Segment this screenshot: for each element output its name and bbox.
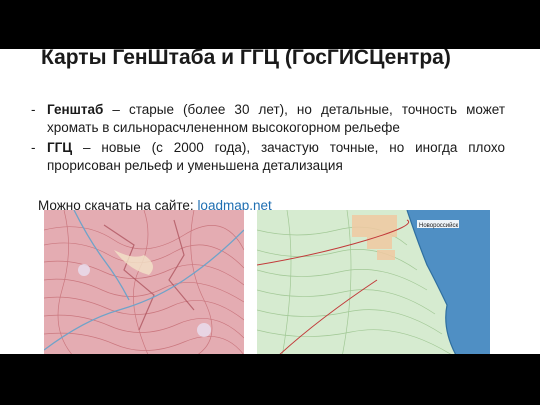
- bullet-ggc: - ГГЦ – новые (с 2000 года), зачастую то…: [31, 139, 505, 175]
- slide: Карты ГенШтаба и ГГЦ (ГосГИСЦентра) - Ге…: [0, 49, 540, 354]
- bullet-text: – новые (с 2000 года), зачастую точные, …: [47, 140, 505, 173]
- bullet-list: - Генштаб – старые (более 30 лет), но де…: [31, 101, 505, 177]
- bullet-term: ГГЦ: [47, 140, 73, 155]
- town-label: Новороссийск: [419, 222, 459, 229]
- bullet-dash: -: [31, 140, 36, 155]
- genshtab-map-graphic: [44, 210, 244, 354]
- bullet-dash: -: [31, 102, 36, 117]
- top-letterbox: [0, 0, 540, 49]
- slide-title: Карты ГенШтаба и ГГЦ (ГосГИСЦентра): [41, 49, 451, 69]
- bottom-letterbox: [0, 354, 540, 405]
- bullet-term: Генштаб: [47, 102, 104, 117]
- bullet-text: – старые (более 30 лет), но детальные, т…: [47, 102, 505, 135]
- ggc-map-graphic: Новороссийск: [257, 210, 490, 354]
- bullet-genshtab: - Генштаб – старые (более 30 лет), но де…: [31, 101, 505, 137]
- genshtab-map-image: [44, 210, 244, 354]
- ggc-map-image: Новороссийск: [257, 210, 490, 354]
